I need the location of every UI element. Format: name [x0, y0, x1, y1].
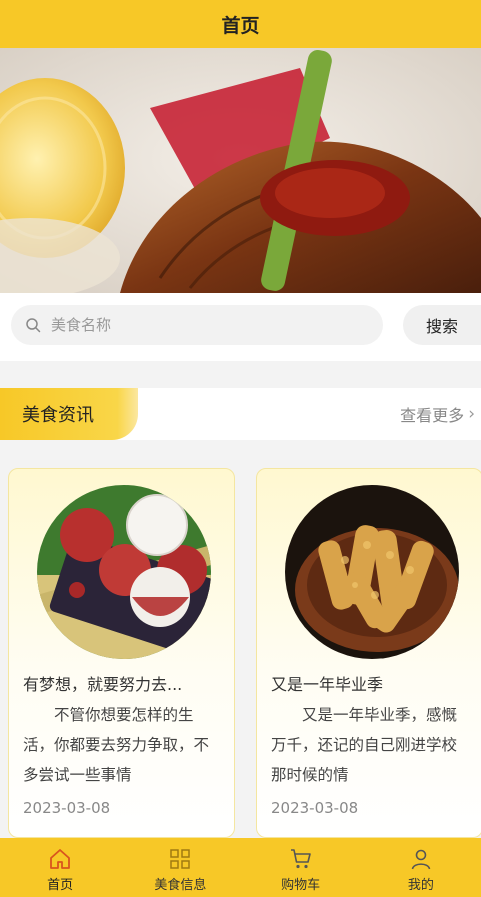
tab-label: 购物车 — [281, 878, 321, 893]
fried-food-photo — [285, 485, 459, 659]
tab-home[interactable]: 首页 — [0, 838, 120, 897]
page-title: 首页 — [221, 14, 260, 37]
search-area: 搜索 — [0, 293, 481, 361]
cart-icon — [290, 849, 311, 869]
banner-carousel[interactable] — [0, 48, 481, 293]
see-more-link[interactable]: 查看更多 › — [400, 388, 475, 440]
card-image — [285, 485, 459, 659]
card-date: 2023-03-08 — [23, 799, 111, 817]
card-title: 有梦想，就要努力去... — [23, 675, 183, 694]
search-box[interactable] — [11, 305, 383, 345]
user-icon — [411, 849, 431, 870]
section-title: 美食资讯 — [0, 388, 138, 440]
see-more-label: 查看更多 — [400, 406, 465, 425]
bottom-tabbar: 首页 美食信息 购物车 我的 — [0, 838, 481, 897]
news-section-header: 美食资讯 查看更多 › — [0, 388, 481, 440]
tab-profile[interactable]: 我的 — [361, 838, 481, 897]
home-icon — [50, 849, 71, 869]
news-card[interactable]: 有梦想，就要努力去... 不管你想要怎样的生活，你都要去努力争取，不多尝试一些事… — [8, 468, 235, 838]
tab-label: 我的 — [407, 878, 434, 893]
banner-image — [0, 48, 481, 293]
card-description: 又是一年毕业季，感慨万千，还记的自己刚进学校那时候的情 — [271, 706, 458, 784]
card-date: 2023-03-08 — [271, 799, 359, 817]
search-button[interactable]: 搜索 — [403, 305, 481, 345]
search-icon — [26, 318, 41, 333]
card-title: 又是一年毕业季 — [271, 675, 384, 694]
tab-cart[interactable]: 购物车 — [241, 838, 361, 897]
tab-label: 美食信息 — [154, 878, 207, 893]
news-card[interactable]: 又是一年毕业季 又是一年毕业季，感慨万千，还记的自己刚进学校那时候的情 2023… — [256, 468, 481, 838]
search-input[interactable] — [49, 315, 353, 335]
card-image — [37, 485, 211, 659]
tab-label: 首页 — [47, 878, 74, 893]
chevron-right-icon: › — [468, 404, 475, 424]
tab-food-info[interactable]: 美食信息 — [120, 838, 240, 897]
lychee-photo — [37, 485, 211, 659]
top-header: 首页 — [0, 0, 481, 48]
card-description: 不管你想要怎样的生活，你都要去努力争取，不多尝试一些事情 — [23, 706, 210, 784]
grid-icon — [170, 849, 191, 869]
